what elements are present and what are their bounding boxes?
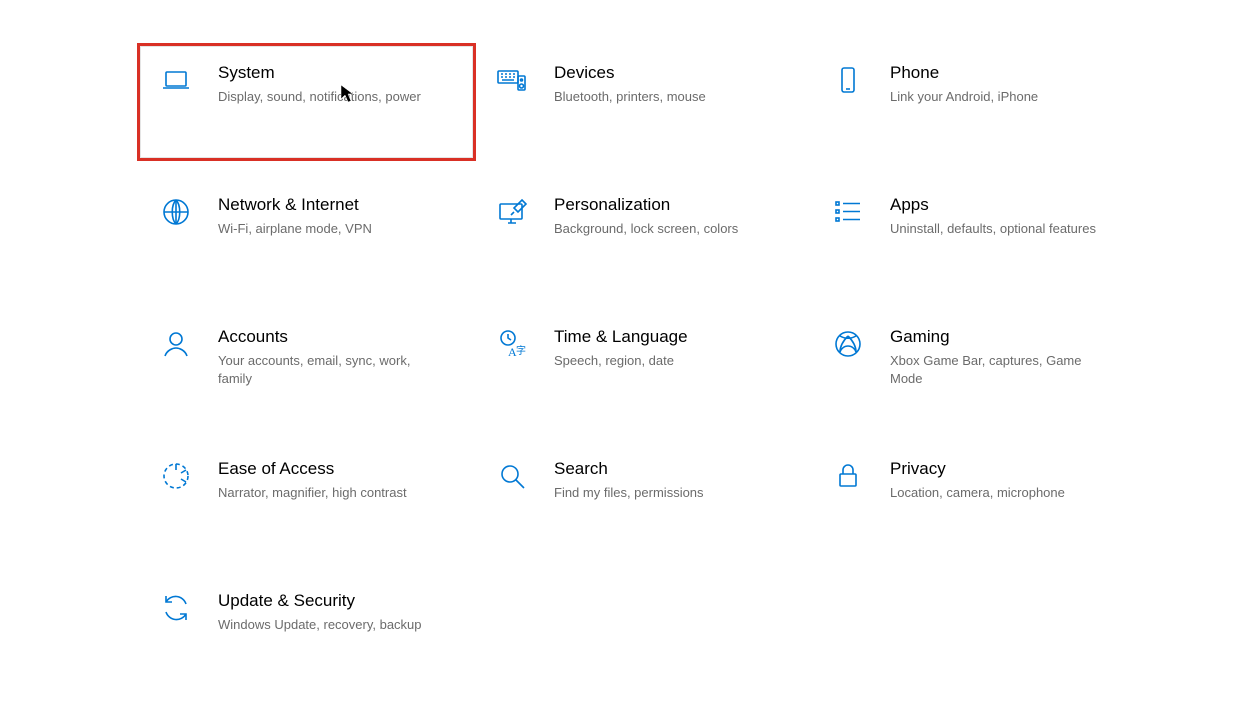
- category-title: System: [218, 62, 421, 84]
- category-devices[interactable]: Devices Bluetooth, printers, mouse: [476, 46, 812, 178]
- laptop-icon: [156, 64, 196, 96]
- svg-text:字: 字: [516, 344, 526, 357]
- category-personalization[interactable]: Personalization Background, lock screen,…: [476, 178, 812, 310]
- category-title: Time & Language: [554, 326, 688, 348]
- category-phone[interactable]: Phone Link your Android, iPhone: [812, 46, 1148, 178]
- category-title: Network & Internet: [218, 194, 372, 216]
- category-title: Privacy: [890, 458, 1065, 480]
- category-title: Update & Security: [218, 590, 422, 612]
- category-title: Gaming: [890, 326, 1110, 348]
- category-desc: Bluetooth, printers, mouse: [554, 88, 706, 106]
- category-title: Personalization: [554, 194, 738, 216]
- paintbrush-monitor-icon: [492, 196, 532, 228]
- ease-of-access-icon: [156, 460, 196, 492]
- category-desc: Find my files, permissions: [554, 484, 704, 502]
- category-desc: Uninstall, defaults, optional features: [890, 220, 1096, 238]
- settings-category-grid: System Display, sound, notifications, po…: [140, 46, 1148, 706]
- lock-icon: [828, 460, 868, 492]
- category-system[interactable]: System Display, sound, notifications, po…: [137, 43, 476, 161]
- category-title: Apps: [890, 194, 1096, 216]
- category-desc: Narrator, magnifier, high contrast: [218, 484, 407, 502]
- category-title: Ease of Access: [218, 458, 407, 480]
- category-desc: Wi-Fi, airplane mode, VPN: [218, 220, 372, 238]
- category-title: Search: [554, 458, 704, 480]
- category-desc: Speech, region, date: [554, 352, 688, 370]
- category-desc: Xbox Game Bar, captures, Game Mode: [890, 352, 1110, 388]
- category-title: Devices: [554, 62, 706, 84]
- category-accounts[interactable]: Accounts Your accounts, email, sync, wor…: [140, 310, 476, 442]
- list-icon: [828, 196, 868, 228]
- globe-icon: [156, 196, 196, 228]
- keyboard-speaker-icon: [492, 64, 532, 96]
- category-time-language[interactable]: A 字 Time & Language Speech, region, date: [476, 310, 812, 442]
- category-search[interactable]: Search Find my files, permissions: [476, 442, 812, 574]
- sync-icon: [156, 592, 196, 624]
- category-desc: Windows Update, recovery, backup: [218, 616, 422, 634]
- category-desc: Background, lock screen, colors: [554, 220, 738, 238]
- phone-icon: [828, 64, 868, 96]
- category-update-security[interactable]: Update & Security Windows Update, recove…: [140, 574, 476, 706]
- category-title: Phone: [890, 62, 1038, 84]
- category-desc: Your accounts, email, sync, work, family: [218, 352, 438, 388]
- person-icon: [156, 328, 196, 360]
- category-desc: Link your Android, iPhone: [890, 88, 1038, 106]
- category-desc: Location, camera, microphone: [890, 484, 1065, 502]
- category-privacy[interactable]: Privacy Location, camera, microphone: [812, 442, 1148, 574]
- category-network[interactable]: Network & Internet Wi-Fi, airplane mode,…: [140, 178, 476, 310]
- category-title: Accounts: [218, 326, 438, 348]
- category-ease-of-access[interactable]: Ease of Access Narrator, magnifier, high…: [140, 442, 476, 574]
- category-gaming[interactable]: Gaming Xbox Game Bar, captures, Game Mod…: [812, 310, 1148, 442]
- xbox-icon: [828, 328, 868, 360]
- search-icon: [492, 460, 532, 492]
- clock-language-icon: A 字: [492, 328, 532, 360]
- category-apps[interactable]: Apps Uninstall, defaults, optional featu…: [812, 178, 1148, 310]
- category-desc: Display, sound, notifications, power: [218, 88, 421, 106]
